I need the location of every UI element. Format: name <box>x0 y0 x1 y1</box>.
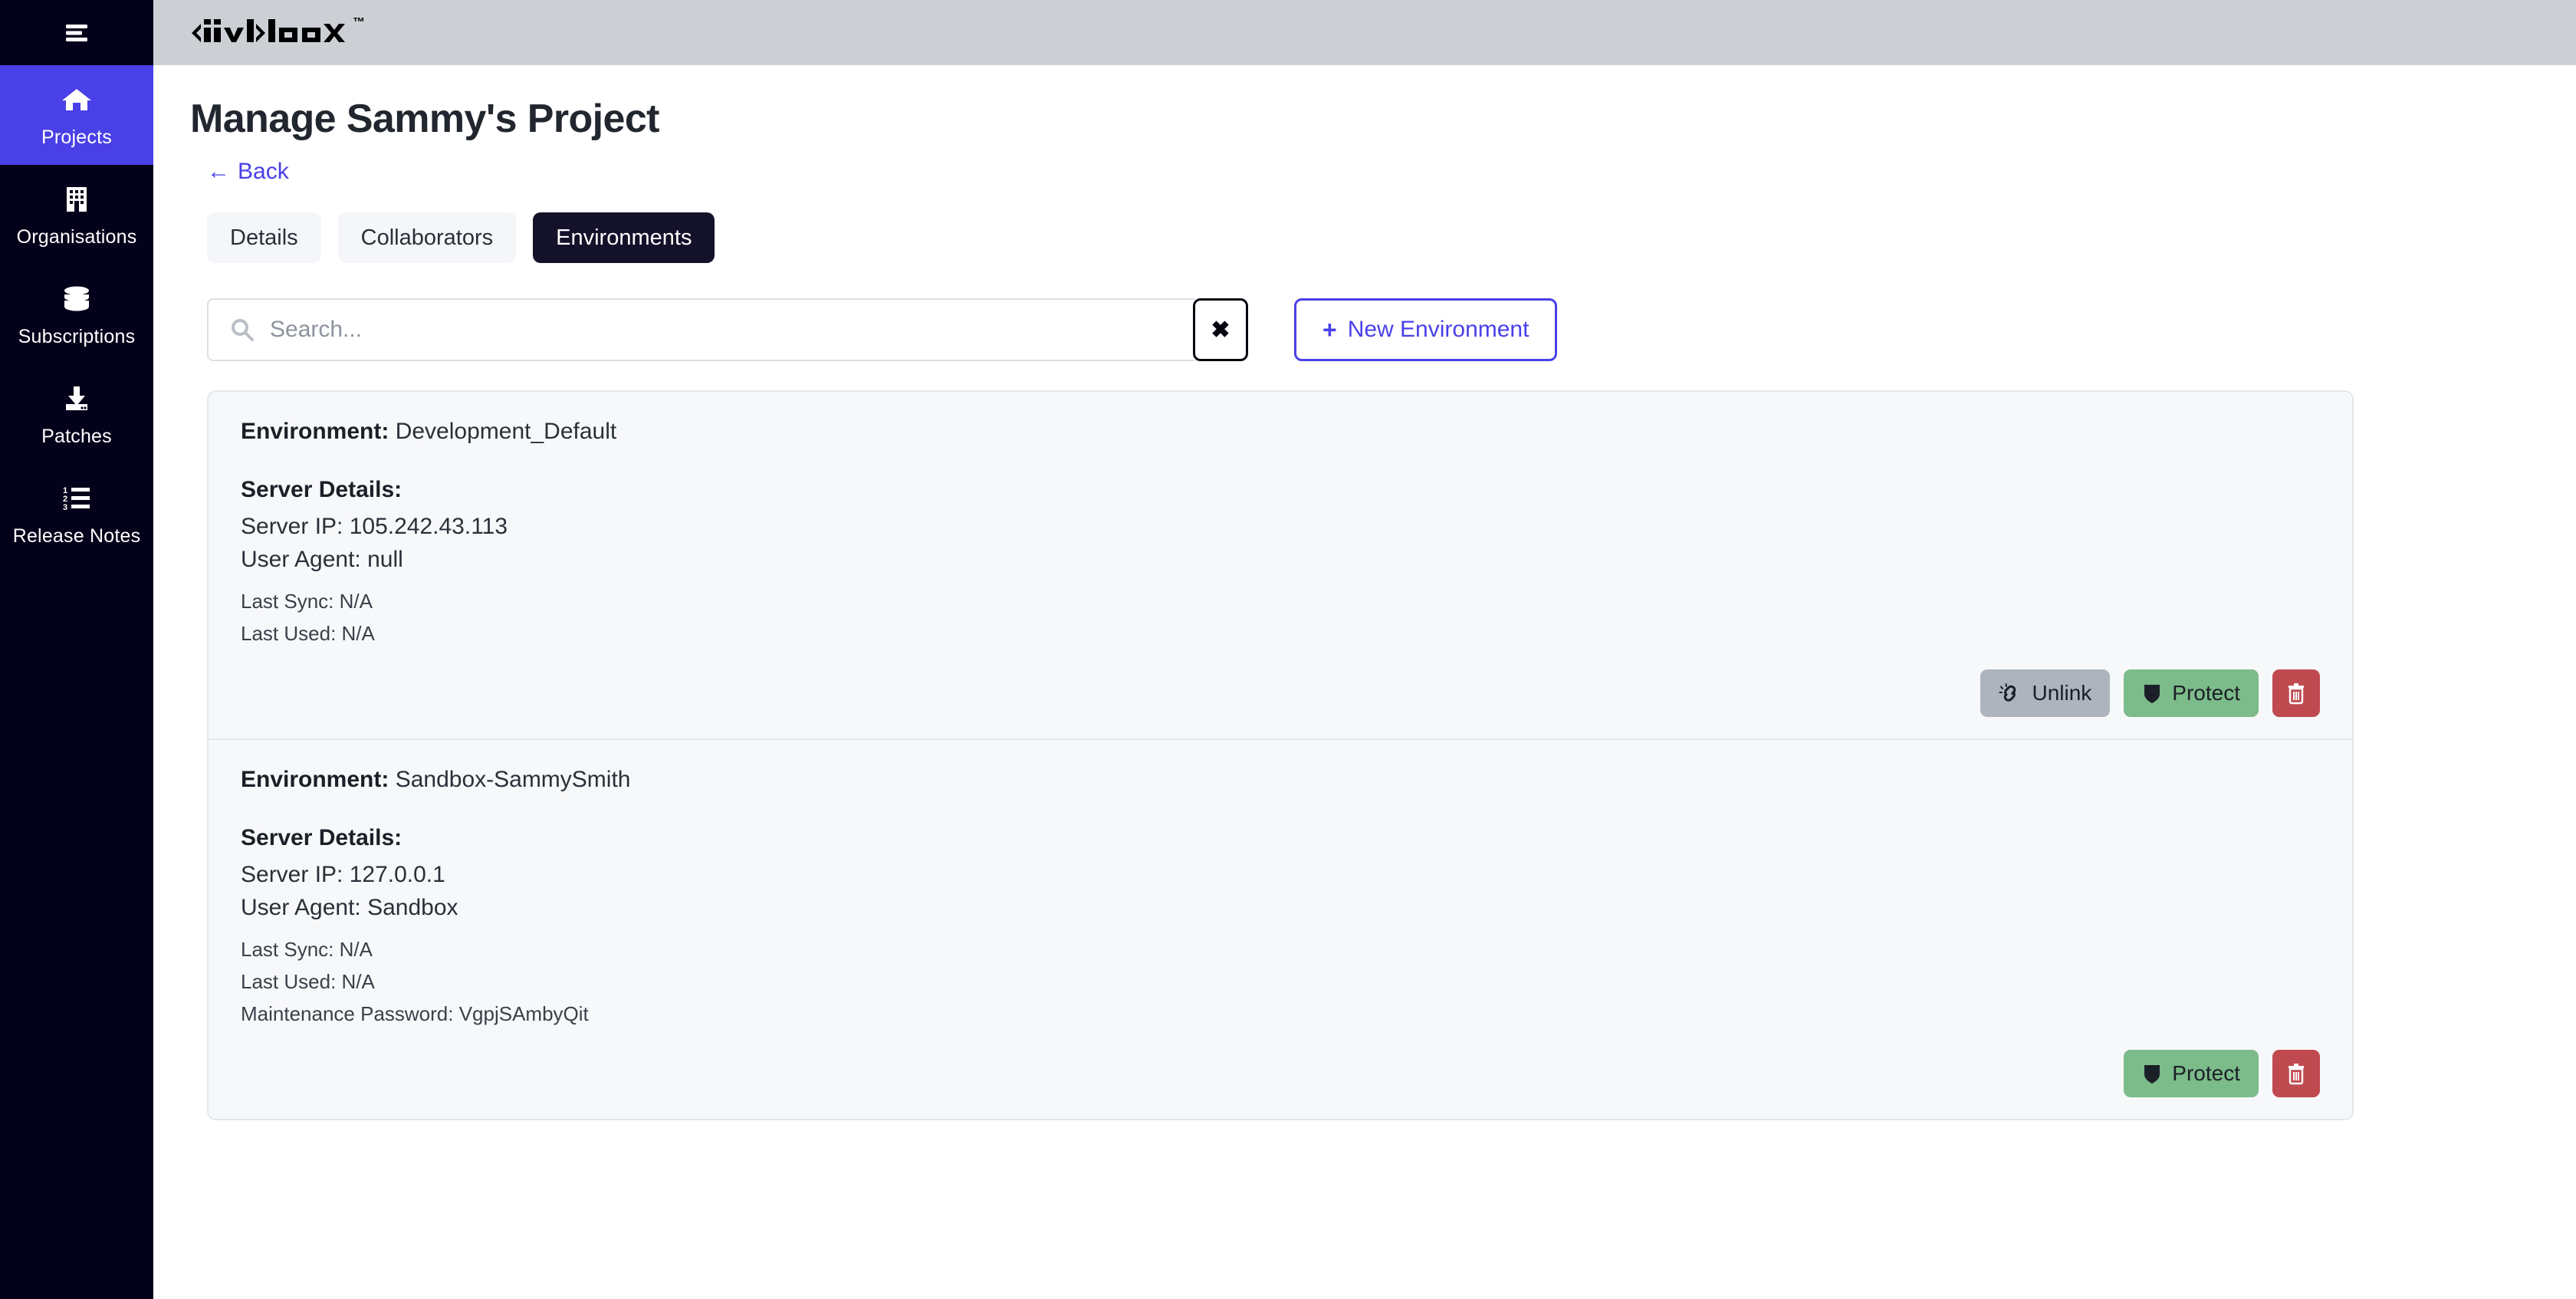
search-input[interactable] <box>270 317 1179 343</box>
trash-icon <box>2285 1062 2307 1085</box>
last-used: Last Used: N/A <box>241 970 375 993</box>
divblox-wordmark-icon <box>192 18 345 42</box>
main-region: ™ Manage Sammy's Project ← Back Details … <box>153 0 2576 1299</box>
download-icon <box>59 381 94 416</box>
delete-environment-button[interactable] <box>2272 1050 2320 1097</box>
unlink-icon <box>1999 682 2022 705</box>
delete-environment-button[interactable] <box>2272 669 2320 717</box>
protect-button[interactable]: Protect <box>2124 669 2259 717</box>
search-control: ✖ <box>207 298 1248 361</box>
tab-details[interactable]: Details <box>207 212 321 263</box>
arrow-left-icon: ← <box>207 159 230 184</box>
user-agent: User Agent: Sandbox <box>241 895 458 920</box>
clear-search-button[interactable]: ✖ <box>1193 298 1248 361</box>
page-content: Manage Sammy's Project ← Back Details Co… <box>153 65 2576 1299</box>
environment-name: Development_Default <box>395 419 617 444</box>
server-details-heading: Server Details: <box>241 825 402 850</box>
server-ip: Server IP: 127.0.0.1 <box>241 862 445 887</box>
ordered-list-icon: 1 2 3 <box>59 481 94 516</box>
environment-actions: Unlink Protect <box>241 669 2320 717</box>
user-agent: User Agent: null <box>241 547 403 572</box>
tab-collaborators[interactable]: Collaborators <box>337 212 517 263</box>
sidebar: Projects Organisations Subscriptions Pat… <box>0 0 153 1299</box>
sidebar-item-label: Patches <box>41 426 112 447</box>
search-box[interactable] <box>207 298 1194 361</box>
sidebar-item-label: Organisations <box>16 226 137 248</box>
last-sync: Last Sync: N/A <box>241 938 373 961</box>
environment-name: Sandbox-SammySmith <box>395 767 631 792</box>
database-icon <box>59 281 94 317</box>
top-header-bar: ™ <box>153 0 2576 65</box>
protect-label: Protect <box>2172 1061 2240 1085</box>
environment-title: Environment: Sandbox-SammySmith <box>241 766 2320 794</box>
new-environment-button[interactable]: + New Environment <box>1294 298 1558 361</box>
toolbar: ✖ + New Environment <box>207 298 2539 361</box>
shield-icon <box>2142 682 2162 705</box>
building-icon <box>59 182 94 217</box>
environment-list: Environment: Development_Default Server … <box>207 390 2354 1120</box>
environment-label: Environment: <box>241 767 389 792</box>
server-ip: Server IP: 105.242.43.113 <box>241 514 508 539</box>
last-used: Last Used: N/A <box>241 622 375 645</box>
tab-bar: Details Collaborators Environments <box>207 212 2539 263</box>
plus-icon: + <box>1322 316 1337 344</box>
environment-card: Environment: Development_Default Server … <box>209 392 2352 738</box>
sidebar-item-label: Projects <box>41 127 112 148</box>
sidebar-item-organisations[interactable]: Organisations <box>0 165 153 265</box>
svg-text:3: 3 <box>63 503 67 512</box>
search-icon <box>228 316 256 344</box>
environment-title: Environment: Development_Default <box>241 418 2320 446</box>
sidebar-item-label: Release Notes <box>12 525 141 547</box>
protect-label: Protect <box>2172 681 2240 705</box>
sidebar-item-release-notes[interactable]: 1 2 3 Release Notes <box>0 464 153 564</box>
maintenance-password: Maintenance Password: VgpjSAmbyQit <box>241 1002 589 1025</box>
divblox-logo[interactable]: ™ <box>190 13 365 53</box>
protect-button[interactable]: Protect <box>2124 1050 2259 1097</box>
unlink-label: Unlink <box>2032 681 2092 705</box>
last-sync: Last Sync: N/A <box>241 590 373 613</box>
home-icon <box>59 82 94 117</box>
unlink-button[interactable]: Unlink <box>1980 669 2111 717</box>
sidebar-toggle-button[interactable] <box>0 0 153 65</box>
environment-card: Environment: Sandbox-SammySmith Server D… <box>209 738 2352 1119</box>
trash-icon <box>2285 682 2307 705</box>
trademark-symbol: ™ <box>353 15 365 29</box>
tab-environments[interactable]: Environments <box>533 212 715 263</box>
sidebar-item-patches[interactable]: Patches <box>0 364 153 464</box>
back-link[interactable]: ← Back <box>207 159 289 185</box>
sidebar-item-subscriptions[interactable]: Subscriptions <box>0 265 153 364</box>
environment-label: Environment: <box>241 419 389 444</box>
app-root: Projects Organisations Subscriptions Pat… <box>0 0 2576 1299</box>
sidebar-item-projects[interactable]: Projects <box>0 65 153 165</box>
environment-meta: Last Sync: N/A Last Used: N/A <box>241 585 2320 650</box>
server-details-heading: Server Details: <box>241 477 402 502</box>
environment-meta: Last Sync: N/A Last Used: N/A Maintenanc… <box>241 933 2320 1030</box>
hamburger-menu-icon <box>59 15 94 51</box>
new-environment-label: New Environment <box>1347 317 1530 342</box>
page-title: Manage Sammy's Project <box>190 97 659 141</box>
sidebar-item-label: Subscriptions <box>18 326 136 347</box>
back-link-label: Back <box>238 159 289 184</box>
environment-actions: Protect <box>241 1050 2320 1097</box>
shield-icon <box>2142 1062 2162 1085</box>
